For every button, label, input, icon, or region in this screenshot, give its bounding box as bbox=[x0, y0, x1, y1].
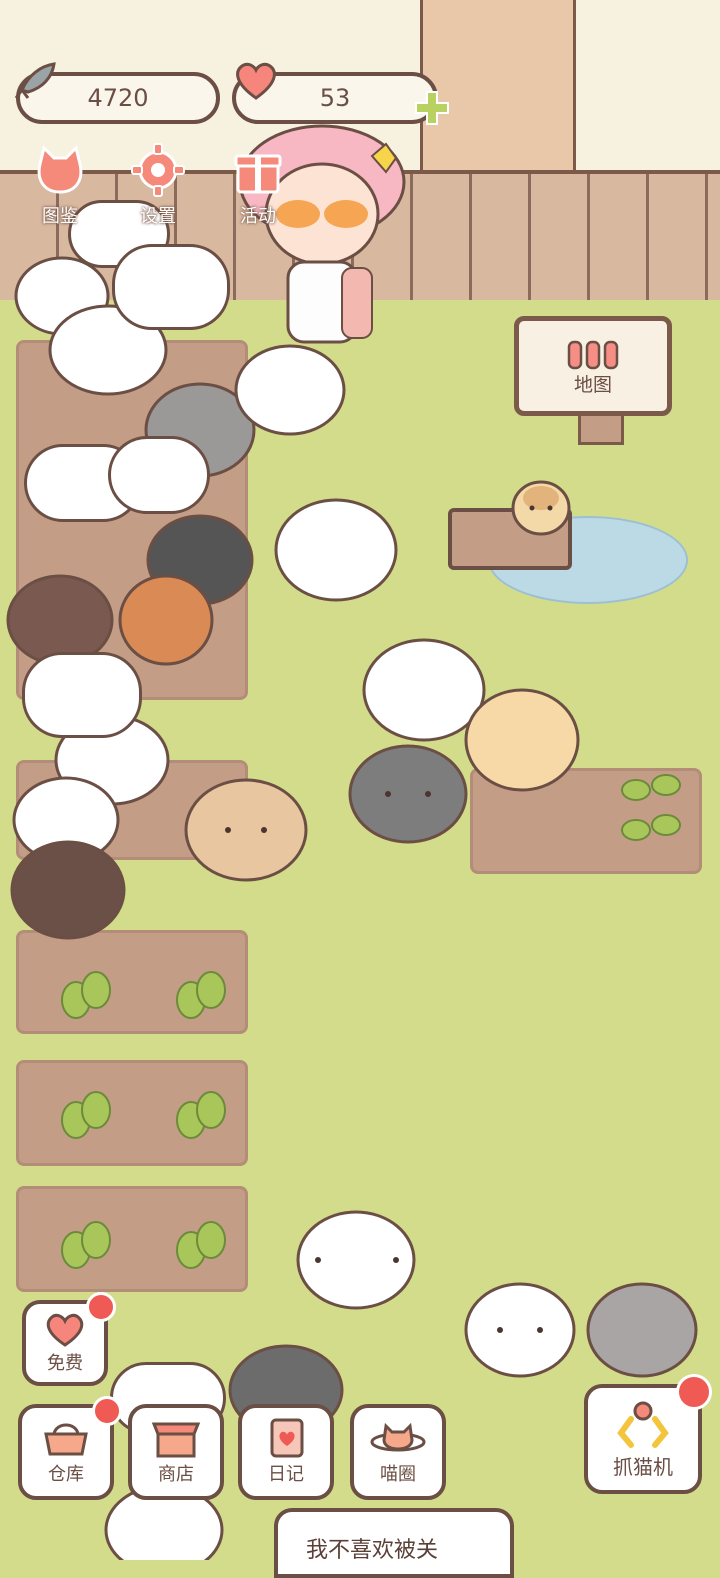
notification-badge bbox=[92, 1396, 122, 1426]
notification-badge bbox=[86, 1292, 116, 1322]
cat-circle-label: 喵圈 bbox=[380, 1464, 416, 1485]
collection-label: 图鉴 bbox=[42, 206, 78, 227]
heart-icon bbox=[46, 1313, 84, 1347]
claw-machine-label: 抓猫机 bbox=[613, 1454, 673, 1479]
shop-icon bbox=[151, 1422, 201, 1458]
cat-circle-button[interactable]: 喵圈 bbox=[350, 1404, 446, 1500]
shop-button[interactable]: 商店 bbox=[128, 1404, 224, 1500]
settings-button[interactable]: 设置 bbox=[116, 142, 200, 228]
heart-request-bubble[interactable] bbox=[108, 436, 210, 514]
gift-icon bbox=[234, 154, 282, 194]
diary-label: 日记 bbox=[268, 1464, 304, 1485]
heart-count: 53 bbox=[319, 84, 351, 112]
collection-button[interactable]: 图鉴 bbox=[18, 142, 102, 228]
heart-request-bubble[interactable] bbox=[22, 652, 142, 738]
settings-label: 设置 bbox=[140, 206, 176, 227]
free-label: 免费 bbox=[47, 1353, 83, 1374]
heart-icon bbox=[236, 62, 276, 100]
gear-icon bbox=[131, 143, 185, 197]
fish-icon bbox=[14, 62, 56, 99]
diary-button[interactable]: 日记 bbox=[238, 1404, 334, 1500]
events-button[interactable]: 活动 bbox=[216, 142, 300, 228]
food-request-bubble[interactable] bbox=[112, 244, 230, 330]
speech-dialog[interactable]: 我不喜欢被关 bbox=[274, 1508, 514, 1578]
shop-label: 商店 bbox=[158, 1464, 194, 1485]
cat-planet-icon bbox=[370, 1422, 426, 1452]
claw-icon bbox=[617, 1401, 669, 1448]
fish-count: 4720 bbox=[87, 84, 149, 112]
basket-icon bbox=[44, 1423, 88, 1456]
warehouse-label: 仓库 bbox=[48, 1464, 84, 1485]
notification-badge bbox=[676, 1374, 712, 1410]
cats-layer bbox=[6, 256, 698, 1560]
events-label: 活动 bbox=[240, 206, 276, 227]
cat-head-icon bbox=[37, 145, 83, 194]
dialog-text: 我不喜欢被关 bbox=[306, 1538, 439, 1563]
diary-icon bbox=[270, 1418, 304, 1458]
plus-icon[interactable] bbox=[412, 88, 452, 128]
